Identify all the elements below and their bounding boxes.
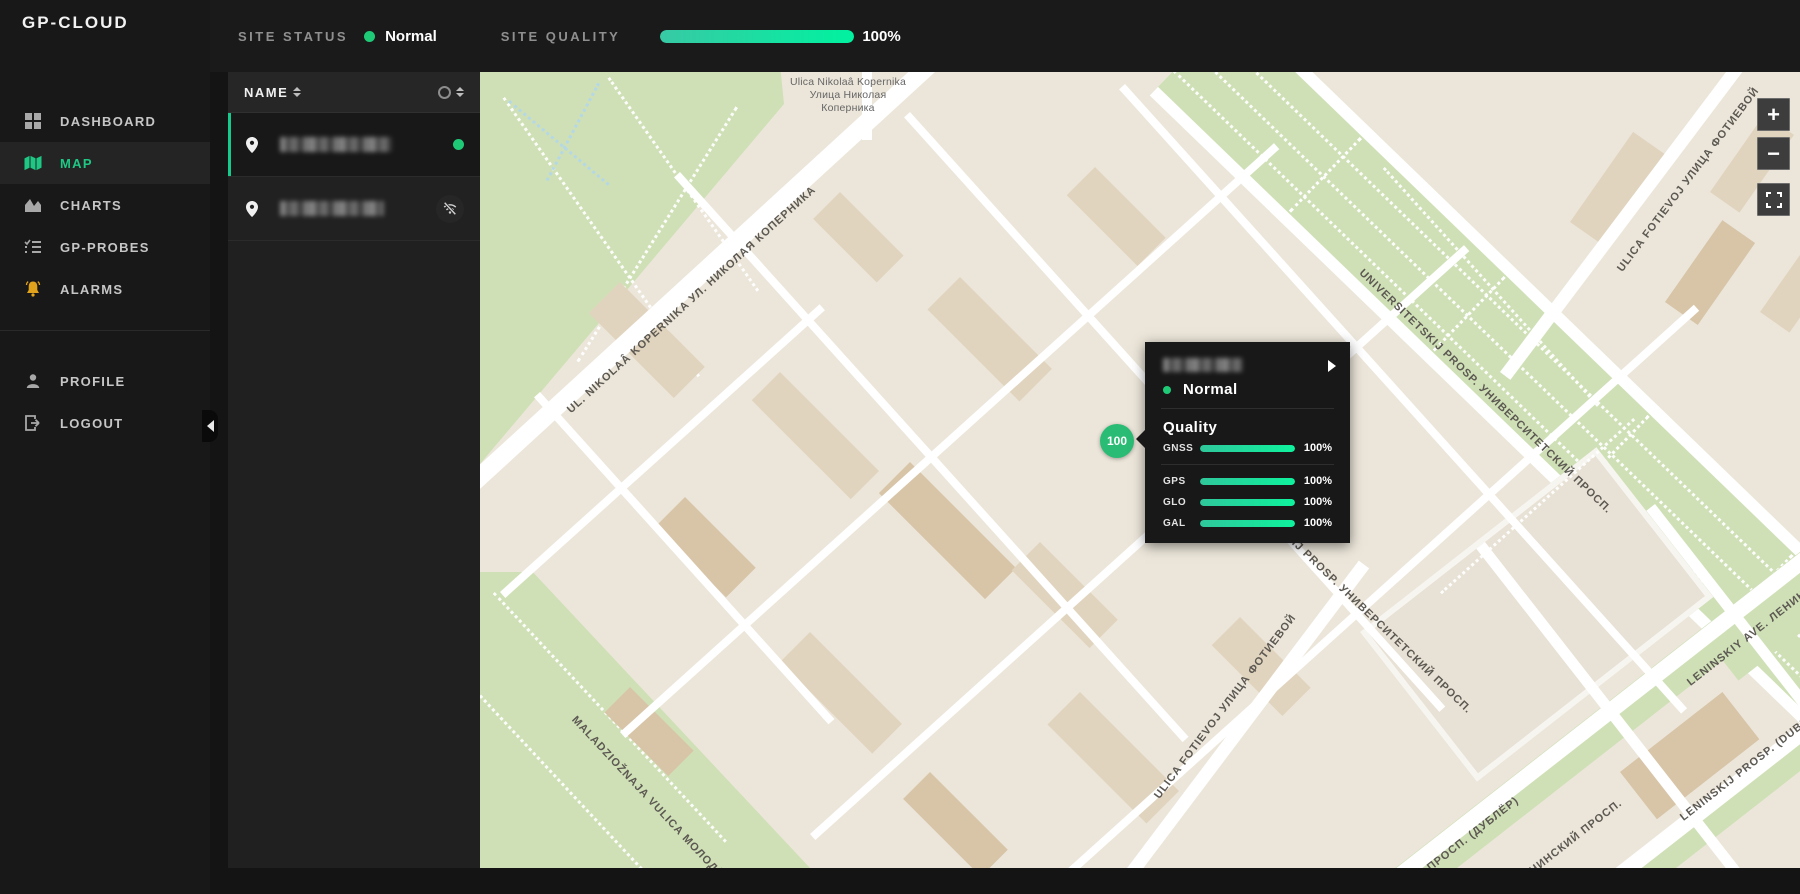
minus-icon: −	[1767, 140, 1780, 166]
metric-percent: 100%	[1303, 496, 1332, 508]
location-pin-icon	[246, 200, 258, 217]
wifi-off-icon	[443, 201, 457, 216]
app-logo: GP-CLOUD	[22, 13, 129, 32]
metric-bar	[1200, 477, 1295, 485]
site-name-blurred	[280, 201, 384, 216]
site-list-panel: NAME	[228, 72, 480, 868]
metric-percent: 100%	[1303, 475, 1332, 487]
site-name-blurred	[1163, 358, 1243, 372]
site-status-label: SITE STATUS	[238, 28, 349, 44]
map-building	[813, 192, 904, 283]
metric-label: GPS	[1163, 475, 1186, 487]
site-marker[interactable]: 100	[1100, 424, 1134, 458]
status-column-icon[interactable]	[438, 85, 451, 99]
chevron-left-icon	[206, 420, 214, 432]
site-status-value: Normal	[385, 27, 437, 45]
dashboard-grid-icon	[22, 111, 44, 131]
sidebar-item-label: DASHBOARD	[60, 113, 157, 129]
popup-pointer	[1136, 430, 1145, 448]
probes-checklist-icon	[22, 237, 44, 257]
quality-metric-glo: GLO 100%	[1145, 487, 1350, 508]
sidebar-item-label: MAP	[60, 155, 93, 171]
sidebar-item-profile[interactable]: PROFILE	[0, 360, 210, 402]
topbar: SITE STATUS Normal SITE QUALITY 100%	[210, 0, 1800, 72]
map-place-label: Ulica Nikolaâ Kopernika Улица Николая Ко…	[789, 76, 907, 114]
map-building	[903, 772, 1008, 868]
map-building	[1665, 220, 1756, 325]
metric-label: GNSS	[1163, 442, 1194, 454]
metric-bar	[1200, 444, 1295, 452]
fullscreen-button[interactable]	[1757, 183, 1790, 216]
map-building	[751, 372, 879, 500]
map-building	[1066, 167, 1166, 266]
map-building	[1760, 238, 1800, 333]
status-dot	[1163, 385, 1171, 394]
metric-bar	[1200, 498, 1295, 506]
metric-label: GAL	[1163, 517, 1186, 529]
sidebar-item-alarms[interactable]: ALARMS	[0, 268, 210, 310]
sidebar-collapse-button[interactable]	[202, 410, 218, 442]
metric-label: GLO	[1163, 496, 1187, 508]
fullscreen-icon	[1765, 191, 1782, 208]
site-list-header: NAME	[228, 72, 480, 113]
profile-icon	[22, 371, 44, 391]
popup-details-arrow-icon[interactable]	[1328, 360, 1336, 372]
map-icon	[22, 153, 44, 173]
logout-icon	[22, 413, 44, 433]
sidebar-item-label: GP-PROBES	[60, 239, 150, 255]
bottom-strip	[210, 868, 1800, 894]
alarms-bell-icon	[22, 279, 44, 299]
sidebar: GP-CLOUD DASHBOARD MAP CHARTS GP-PROBES …	[0, 0, 218, 894]
status-sort-icon[interactable]	[456, 87, 464, 97]
site-name-blurred	[280, 137, 392, 152]
site-popup: Normal Quality GNSS 100% GPS 100% GLO 10…	[1136, 342, 1350, 543]
site-quality-group: SITE QUALITY 100%	[501, 28, 901, 45]
popup-divider	[1161, 464, 1334, 465]
site-quality-bar	[660, 29, 855, 43]
sidebar-item-gp-probes[interactable]: GP-PROBES	[0, 226, 210, 268]
metric-percent: 100%	[1303, 517, 1332, 529]
quality-metric-gnss: GNSS 100%	[1145, 436, 1350, 454]
map-road	[1100, 560, 1370, 868]
online-status-dot	[453, 139, 464, 150]
site-row-2[interactable]	[228, 177, 480, 241]
map-canvas[interactable]: Ulica Nikolaâ Kopernika Улица Николая Ко…	[480, 72, 1800, 868]
offline-badge	[436, 194, 464, 223]
main-nav: DASHBOARD MAP CHARTS GP-PROBES ALARMS	[0, 100, 210, 310]
name-sort-icon[interactable]	[293, 87, 302, 97]
map-building	[780, 632, 902, 754]
sidebar-item-label: LOGOUT	[60, 415, 124, 431]
popup-divider	[1161, 408, 1334, 409]
site-quality-bar-fill	[660, 29, 855, 43]
zoom-in-button[interactable]: +	[1757, 98, 1790, 131]
zoom-out-button[interactable]: −	[1757, 137, 1790, 170]
popup-quality-title: Quality	[1163, 419, 1218, 436]
status-dot	[364, 30, 376, 42]
charts-icon	[22, 195, 44, 215]
sidebar-item-logout[interactable]: LOGOUT	[0, 402, 210, 444]
map-building	[927, 277, 1052, 402]
sidebar-item-map[interactable]: MAP	[0, 142, 210, 184]
popup-status-text: Normal	[1183, 381, 1238, 398]
marker-value: 100	[1106, 434, 1128, 448]
site-quality-percent: 100%	[862, 27, 901, 45]
quality-metric-gps: GPS 100%	[1145, 475, 1350, 487]
sidebar-divider	[0, 330, 210, 331]
metric-bar	[1200, 519, 1295, 527]
sidebar-item-charts[interactable]: CHARTS	[0, 184, 210, 226]
metric-percent: 100%	[1303, 442, 1332, 454]
name-column-header[interactable]: NAME	[244, 85, 288, 100]
quality-metric-gal: GAL 100%	[1145, 508, 1350, 529]
sidebar-item-label: CHARTS	[60, 197, 122, 213]
sidebar-item-label: ALARMS	[60, 281, 124, 297]
site-status-group: SITE STATUS Normal	[238, 28, 437, 45]
footer-nav: PROFILE LOGOUT	[0, 360, 210, 444]
sidebar-item-label: PROFILE	[60, 373, 126, 389]
sidebar-item-dashboard[interactable]: DASHBOARD	[0, 100, 210, 142]
site-quality-label: SITE QUALITY	[500, 28, 621, 44]
location-pin-icon	[246, 136, 258, 153]
plus-icon: +	[1767, 101, 1780, 127]
app-window: GP-CLOUD DASHBOARD MAP CHARTS GP-PROBES …	[0, 0, 1800, 894]
site-row-1[interactable]	[228, 113, 480, 177]
